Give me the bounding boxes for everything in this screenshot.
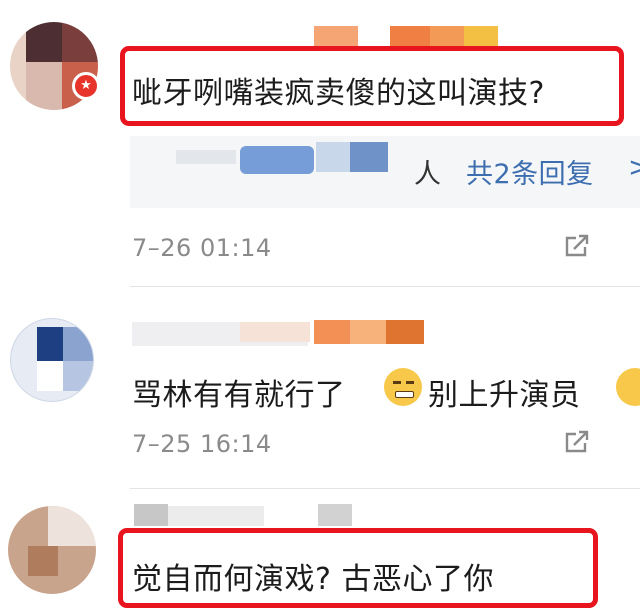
username-blur [390,26,430,48]
avatar-pixel [63,361,93,391]
comment-text: 呲牙咧嘴装疯卖傻的这叫演技? [132,76,545,111]
divider [130,286,640,287]
chevron-right-icon: > [628,152,640,183]
avatar-pixel [37,327,63,361]
username-blur [386,320,424,344]
username-blur [314,26,358,48]
username-blur [430,26,464,48]
grinning-emoji-icon [384,368,422,406]
username-blur [464,26,498,48]
emoji-icon [616,368,640,406]
avatar-pixel [26,22,62,62]
username-blur [134,504,168,526]
username-blur [168,506,264,526]
comment-text: 觉自而何演戏? 古恶心了你 [132,562,494,597]
reply-preview-blur [176,150,236,164]
comment-text: 骂林有有就行了 [132,378,346,413]
share-icon[interactable] [564,234,590,258]
avatar-pixel [63,327,93,361]
avatar-pixel [37,361,63,391]
username-blur [240,322,310,342]
avatar-pixel [28,546,58,576]
comment-text: 别上升演员 [428,378,581,413]
username-blur [314,320,350,344]
avatar[interactable] [8,506,96,594]
reply-preview-blur [316,142,350,172]
share-icon[interactable] [564,430,590,454]
avatar-pixel [26,62,62,110]
divider [130,488,640,489]
avatar-pixel [48,506,96,546]
avatar[interactable] [10,318,94,402]
view-replies-link[interactable]: 共2条回复 [466,152,594,191]
reply-preview-tail: 人 [414,159,442,190]
username-blur [350,320,386,344]
timestamp: 7–25 16:14 [132,430,272,458]
timestamp: 7–26 01:14 [132,234,272,262]
reply-preview-blur [350,142,388,172]
star-badge-icon: ★ [72,72,100,100]
avatar-pixel [62,22,98,62]
reply-preview-blur [240,146,314,174]
username-blur [318,504,352,526]
